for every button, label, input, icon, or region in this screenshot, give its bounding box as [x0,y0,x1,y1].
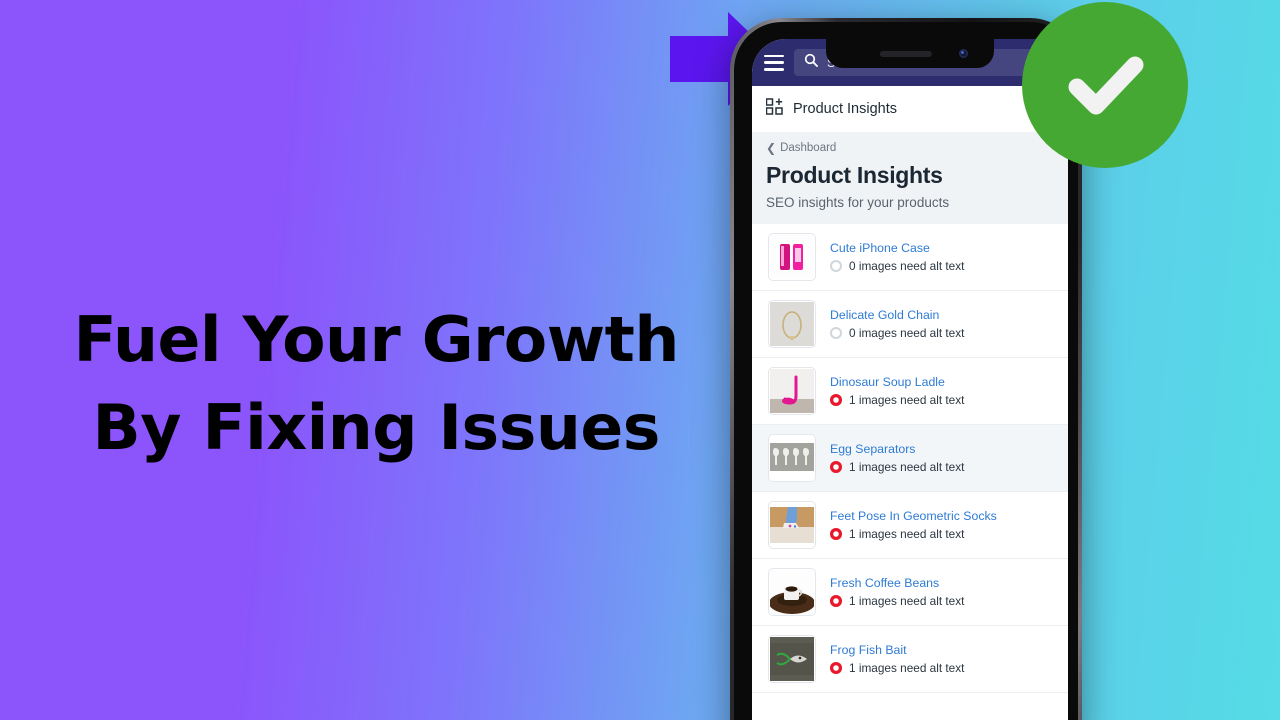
earpiece-speaker [879,51,932,57]
product-row[interactable]: Feet Pose In Geometric Socks 1 images nee… [752,492,1068,559]
product-row-text: Fresh Coffee Beans 1 images need alt text [830,576,1056,608]
alert-icon [830,595,842,608]
product-status-label: 0 images need alt text [849,259,965,274]
product-name-link[interactable]: Egg Separators [830,442,1056,457]
page-title: Fuel Your Growth By Fixing Issues [60,296,692,472]
product-name-link[interactable]: Frog Fish Bait [830,643,1056,658]
product-status: 1 images need alt text [830,393,1056,407]
ok-icon [830,327,842,340]
product-status-label: 1 images need alt text [849,527,965,542]
product-row-text: Cute iPhone Case 0 images need alt text [830,241,1056,273]
product-list: Cute iPhone Case 0 images need alt text De… [752,224,1068,693]
alert-icon [830,528,842,541]
product-name-link[interactable]: Feet Pose In Geometric Socks [830,509,1056,524]
front-camera [959,49,968,58]
phone-screen: Search Product Insights [752,39,1068,720]
headline-line-2: By Fixing Issues [92,391,661,465]
product-row[interactable]: Cute iPhone Case 0 images need alt text [752,224,1068,291]
egg-separators-thumbnail [768,434,816,482]
product-name-link[interactable]: Fresh Coffee Beans [830,576,1056,591]
phone-notch [826,39,994,68]
product-row[interactable]: Frog Fish Bait 1 images need alt text [752,626,1068,693]
app-subheader: Product Insights [752,86,1068,132]
product-row[interactable]: Delicate Gold Chain 0 images need alt tex… [752,291,1068,358]
product-row-text: Frog Fish Bait 1 images need alt text [830,643,1056,675]
product-row[interactable]: Dinosaur Soup Ladle 1 images need alt tex… [752,358,1068,425]
coffee-beans-thumbnail [768,568,816,616]
phone-mockup: Search Product Insights [730,18,1082,720]
product-status: 1 images need alt text [830,594,1056,608]
alert-icon [830,662,842,675]
page-header: ❮ Dashboard Product Insights SEO insight… [752,132,1068,224]
check-icon [1068,56,1144,115]
alert-icon [830,461,842,474]
breadcrumb-label: Dashboard [780,142,837,154]
product-status-label: 1 images need alt text [849,460,965,475]
product-row[interactable]: Fresh Coffee Beans 1 images need alt text [752,559,1068,626]
ok-icon [830,260,842,273]
product-name-link[interactable]: Cute iPhone Case [830,241,1056,256]
search-icon [804,53,818,72]
product-status-label: 1 images need alt text [849,594,965,609]
product-name-link[interactable]: Delicate Gold Chain [830,308,1056,323]
product-row[interactable]: Egg Separators 1 images need alt text [752,425,1068,492]
hamburger-icon[interactable] [764,54,784,71]
page-subtitle: SEO insights for your products [766,195,950,210]
breadcrumb[interactable]: ❮ Dashboard [766,142,1054,154]
gold-chain-thumbnail [768,300,816,348]
product-status-label: 1 images need alt text [849,661,965,676]
product-status: 1 images need alt text [830,661,1056,675]
alert-icon [830,394,842,407]
poster-canvas: Fuel Your Growth By Fixing Issues Produc… [0,0,1280,720]
chevron-left-icon: ❮ [766,141,777,155]
phone-case-thumbnail [768,233,816,281]
product-row-text: Dinosaur Soup Ladle 1 images need alt tex… [830,375,1056,407]
soup-ladle-thumbnail [768,367,816,415]
product-row-text: Delicate Gold Chain 0 images need alt tex… [830,308,1056,340]
success-check-badge [1022,2,1188,168]
product-status-label: 0 images need alt text [849,326,965,341]
product-name-link[interactable]: Dinosaur Soup Ladle [830,375,1056,390]
phone-bezel: Search Product Insights [734,22,1078,720]
subheader-title: Product Insights [793,101,897,117]
socks-thumbnail [768,501,816,549]
product-row-text: Egg Separators 1 images need alt text [830,442,1056,474]
product-status: 1 images need alt text [830,527,1056,541]
product-row-text: Feet Pose In Geometric Socks 1 images nee… [830,509,1056,541]
product-status: 0 images need alt text [830,326,1056,340]
fish-bait-thumbnail [768,635,816,683]
grid-plus-icon [765,98,783,120]
page-heading: Product Insights [766,162,943,188]
product-status: 1 images need alt text [830,460,1056,474]
headline-line-1: Fuel Your Growth [73,303,679,376]
product-status: 0 images need alt text [830,259,1056,273]
product-status-label: 1 images need alt text [849,393,965,408]
